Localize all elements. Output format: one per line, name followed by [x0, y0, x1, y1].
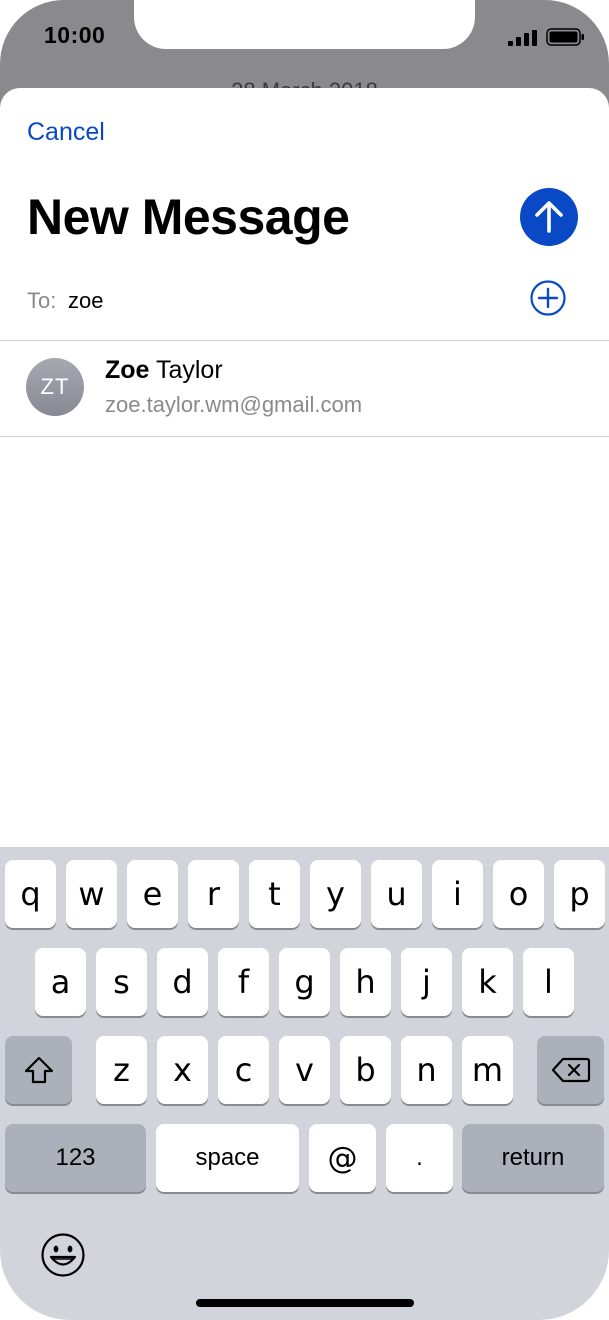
- avatar: ZT: [26, 358, 84, 416]
- cancel-button[interactable]: Cancel: [27, 118, 105, 147]
- battery-icon: [546, 28, 584, 46]
- key-q[interactable]: q: [5, 860, 56, 928]
- status-time: 10:00: [44, 22, 106, 48]
- key-k[interactable]: k: [462, 948, 513, 1016]
- key-l[interactable]: l: [523, 948, 574, 1016]
- phone-screen: 10:00 28 March 2018 Cancel New Message T…: [0, 0, 609, 1320]
- key-n[interactable]: n: [401, 1036, 452, 1104]
- to-field-row[interactable]: To: zoe: [0, 278, 609, 340]
- divider: [0, 436, 609, 437]
- key-b[interactable]: b: [340, 1036, 391, 1104]
- key-y[interactable]: y: [310, 860, 361, 928]
- key-a[interactable]: a: [35, 948, 86, 1016]
- contact-name: Zoe Taylor: [105, 356, 223, 385]
- key-i[interactable]: i: [432, 860, 483, 928]
- keyboard: q w e r t y u i o p a s d f g h j k l z …: [0, 847, 609, 1320]
- send-button[interactable]: [520, 188, 578, 246]
- contact-first-name: Zoe: [105, 356, 150, 384]
- key-g[interactable]: g: [279, 948, 330, 1016]
- notch: [134, 0, 475, 49]
- key-t[interactable]: t: [249, 860, 300, 928]
- key-c[interactable]: c: [218, 1036, 269, 1104]
- delete-key[interactable]: [537, 1036, 604, 1104]
- key-x[interactable]: x: [157, 1036, 208, 1104]
- contact-email: zoe.taylor.wm@gmail.com: [105, 392, 363, 417]
- cellular-signal-icon: [508, 30, 537, 46]
- shift-icon: [24, 1056, 53, 1084]
- key-v[interactable]: v: [279, 1036, 330, 1104]
- page-title: New Message: [27, 189, 350, 245]
- key-e[interactable]: e: [127, 860, 178, 928]
- key-p[interactable]: p: [554, 860, 605, 928]
- space-key[interactable]: space: [156, 1124, 299, 1192]
- shift-key[interactable]: [5, 1036, 72, 1104]
- return-key[interactable]: return: [462, 1124, 604, 1192]
- contact-last-name: Taylor: [155, 356, 223, 384]
- to-input[interactable]: zoe: [68, 288, 103, 314]
- key-j[interactable]: j: [401, 948, 452, 1016]
- key-m[interactable]: m: [462, 1036, 513, 1104]
- add-contact-icon[interactable]: [530, 280, 566, 316]
- arrow-up-icon: [535, 201, 563, 233]
- key-o[interactable]: o: [493, 860, 544, 928]
- key-s[interactable]: s: [96, 948, 147, 1016]
- backspace-icon: [551, 1057, 590, 1083]
- emoji-icon[interactable]: [40, 1232, 86, 1278]
- contact-suggestion[interactable]: ZT Zoe Taylor zoe.taylor.wm@gmail.com: [0, 340, 609, 436]
- key-z[interactable]: z: [96, 1036, 147, 1104]
- period-key[interactable]: .: [386, 1124, 453, 1192]
- key-f[interactable]: f: [218, 948, 269, 1016]
- home-indicator[interactable]: [196, 1299, 414, 1307]
- key-w[interactable]: w: [66, 860, 117, 928]
- key-r[interactable]: r: [188, 860, 239, 928]
- key-h[interactable]: h: [340, 948, 391, 1016]
- at-key[interactable]: @: [309, 1124, 376, 1192]
- numbers-key[interactable]: 123: [5, 1124, 146, 1192]
- to-label: To:: [27, 288, 57, 313]
- key-u[interactable]: u: [371, 860, 422, 928]
- key-d[interactable]: d: [157, 948, 208, 1016]
